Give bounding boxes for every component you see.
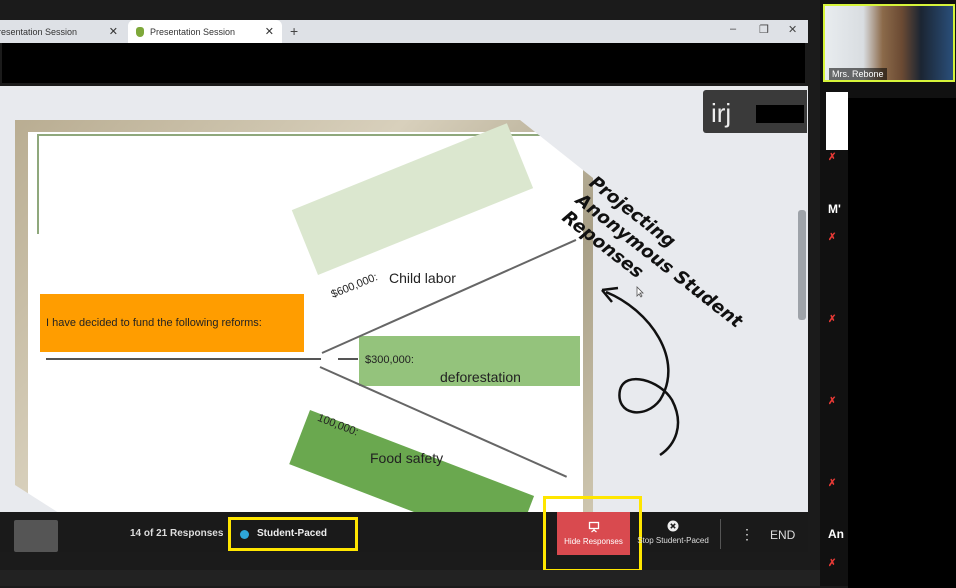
pear-deck-icon <box>136 26 144 37</box>
participant-name: M' <box>828 202 841 216</box>
redacted-participants <box>848 98 956 588</box>
muted-mic-icon: ✗ <box>828 478 837 489</box>
participant-tile[interactable] <box>826 92 848 150</box>
browser-tab-bar: Presentation Session ✕ Presentation Sess… <box>0 20 808 43</box>
muted-mic-icon: ✗ <box>828 152 837 163</box>
taskbar <box>0 570 820 586</box>
reform-label: deforestation <box>440 369 521 385</box>
reform-label: Child labor <box>389 270 456 286</box>
redacted-name <box>756 105 804 123</box>
curved-arrow-icon <box>601 286 680 457</box>
minimize-button[interactable]: – <box>730 23 736 35</box>
end-session-button[interactable]: END <box>770 528 795 542</box>
muted-mic-icon: ✗ <box>828 314 837 325</box>
mouse-cursor-icon <box>636 286 644 298</box>
new-tab-button[interactable]: + <box>290 23 298 39</box>
tab-label: Presentation Session <box>0 26 78 37</box>
reform-intro-text: I have decided to fund the following ref… <box>46 317 262 329</box>
muted-mic-icon: ✗ <box>828 232 837 243</box>
response-count: 14 of 21 Responses <box>130 528 224 539</box>
participant-initials: irj <box>711 98 732 128</box>
restore-button[interactable]: ❐ <box>759 23 769 36</box>
stop-student-paced-button[interactable]: Stop Student-Paced <box>634 520 712 550</box>
reform-label: Food safety <box>370 450 444 466</box>
pear-logo-icon <box>14 520 58 552</box>
muted-mic-icon: ✗ <box>828 396 837 407</box>
slide-border-decoration <box>37 134 39 234</box>
teacher-name-label: Mrs. Rebone <box>829 68 887 80</box>
toolbar-divider <box>720 519 721 549</box>
status-dot-icon <box>240 530 249 539</box>
hide-responses-label: Hide Responses <box>564 537 623 546</box>
hide-responses-button[interactable]: Hide Responses <box>557 512 630 555</box>
tab-label: Presentation Session <box>150 26 236 37</box>
divider-line <box>338 358 358 360</box>
close-circle-icon <box>667 520 679 532</box>
stop-student-paced-label: Stop Student-Paced <box>637 536 709 545</box>
browser-tab-active[interactable]: Presentation Session ✕ <box>128 20 282 43</box>
close-tab-icon[interactable]: ✕ <box>265 25 274 38</box>
redacted-address-bar <box>2 43 805 83</box>
more-options-icon[interactable]: ⋮ <box>740 526 754 543</box>
reform-amount: $300,000: <box>365 354 414 366</box>
projector-icon <box>588 521 599 533</box>
page-curl <box>520 120 593 178</box>
divider-line <box>46 358 321 360</box>
close-tab-icon[interactable]: ✕ <box>109 25 118 38</box>
participant-name: An <box>828 527 844 541</box>
browser-tab[interactable]: Presentation Session ✕ <box>0 20 126 43</box>
reform-intro-box: I have decided to fund the following ref… <box>40 294 304 352</box>
muted-mic-icon: ✗ <box>828 558 837 569</box>
close-window-button[interactable]: ✕ <box>788 23 797 36</box>
mode-label[interactable]: Student-Paced <box>257 528 327 539</box>
